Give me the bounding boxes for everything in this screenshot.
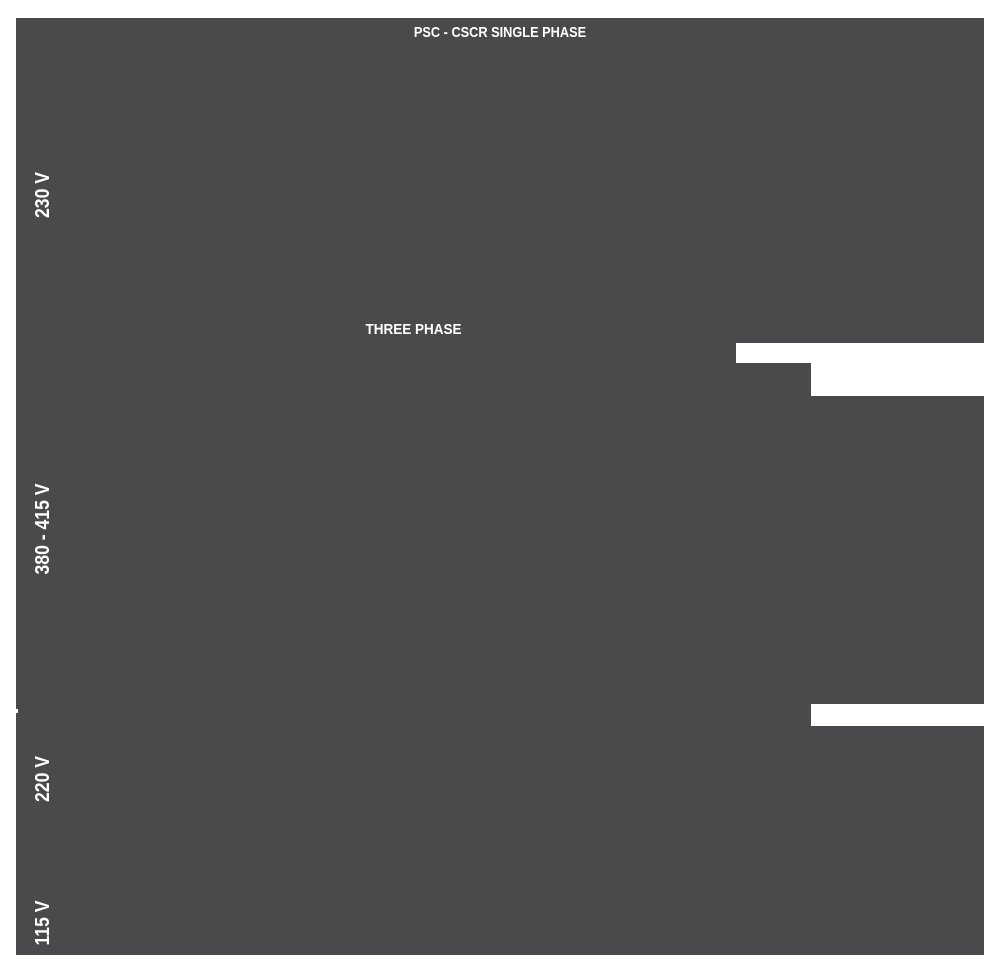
voltage-regions-silhouette — [0, 0, 1000, 961]
voltage-region-shape — [16, 18, 984, 955]
voltage-label-115v: 115 V — [33, 900, 53, 945]
voltage-label-230v: 230 V — [33, 172, 53, 218]
voltage-range-figure: PSC - CSCR SINGLE PHASE THREE PHASE 230 … — [0, 0, 1000, 961]
voltage-label-380-415v: 380 - 415 V — [33, 483, 53, 574]
single-phase-title: PSC - CSCR SINGLE PHASE — [89, 25, 912, 40]
three-phase-title: THREE PHASE — [56, 322, 772, 337]
voltage-label-220v: 220 V — [33, 756, 53, 802]
section-divider-tick — [15, 709, 18, 713]
